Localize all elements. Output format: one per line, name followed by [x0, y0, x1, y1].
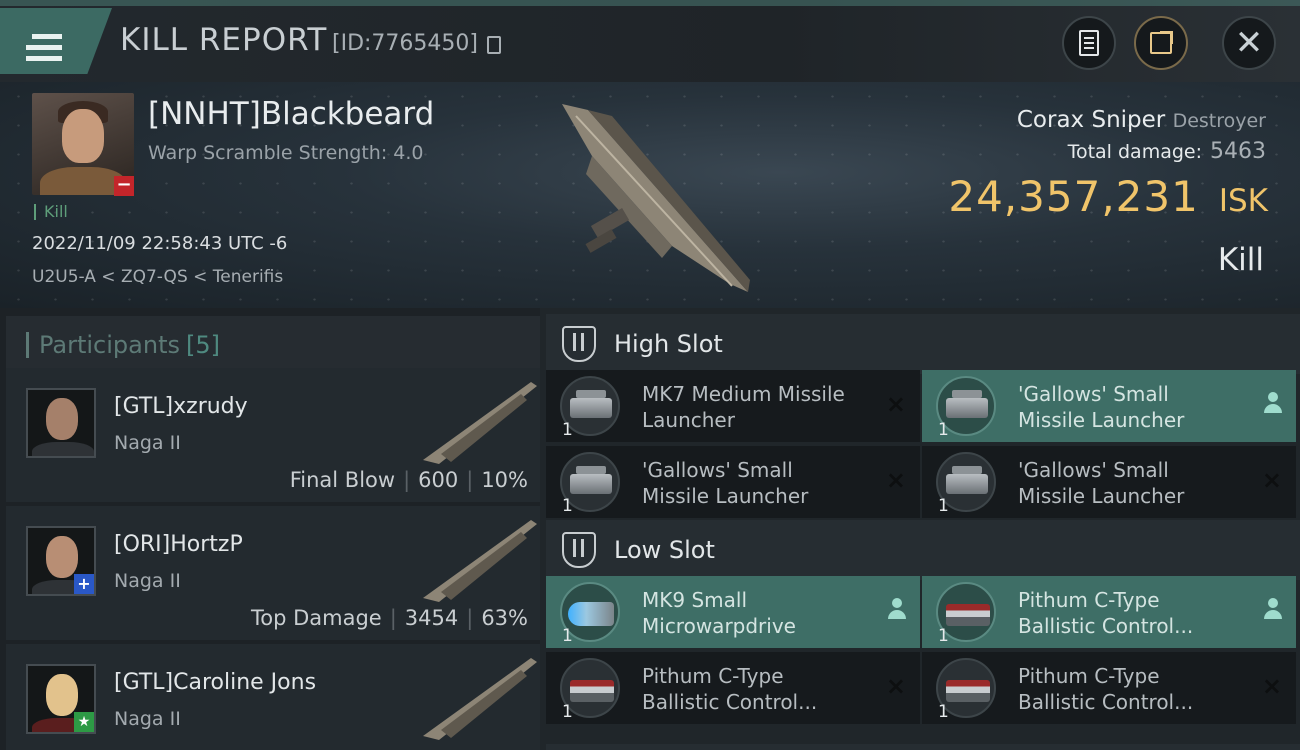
dropped-user-icon [1264, 392, 1282, 416]
participant-stats: Top Damage | 3454 | 63% [250, 606, 528, 630]
copy-icon[interactable] [487, 36, 501, 54]
module-item[interactable]: 1 Pithum C-Type Ballistic Control... × [546, 652, 920, 724]
share-button[interactable] [1134, 16, 1188, 70]
module-name: Pithum C-Type Ballistic Control... [642, 664, 818, 714]
module-item[interactable]: 1 Pithum C-Type Ballistic Control... × [922, 652, 1296, 724]
share-icon [1150, 31, 1173, 54]
participant-name[interactable]: [GTL]Caroline Jons [114, 670, 316, 695]
participants-label: Participants [39, 331, 180, 359]
kill-id: [ID:7765450] [332, 31, 478, 56]
module-name: MK9 Small Microwarpdrive [642, 588, 796, 638]
hamburger-icon [26, 34, 62, 62]
module-item[interactable]: 1 'Gallows' Small Missile Launcher × [546, 446, 920, 518]
participant-ship: Naga II [114, 708, 181, 730]
victim-name[interactable]: [NNHT]Blackbeard [148, 96, 434, 132]
kill-timestamp: 2022/11/09 22:58:43 UTC -6 [32, 233, 288, 254]
corp-badge: + [74, 574, 94, 594]
victim-ship: Corax Sniper Destroyer [1017, 107, 1266, 133]
fitting-panel: High Slot 1 MK7 Medium Missile Launcher ×… [540, 308, 1300, 750]
kill-summary: − [NNHT]Blackbeard Warp Scramble Strengt… [0, 82, 1300, 308]
high-slot-icon [562, 326, 596, 362]
low-slot-icon [562, 532, 596, 568]
module-name: Pithum C-Type Ballistic Control... [1018, 588, 1194, 638]
participant-name[interactable]: [ORI]HortzP [114, 532, 243, 557]
loss-badge: − [114, 176, 134, 196]
avatar[interactable] [26, 388, 96, 458]
module-name: 'Gallows' Small Missile Launcher [1018, 458, 1185, 508]
isk-value: 24,357,231 ISK [948, 172, 1268, 221]
destroyed-icon: × [1261, 466, 1282, 494]
dropped-user-icon [1264, 598, 1282, 622]
page-title: KILL REPORT [120, 22, 328, 58]
module-item[interactable]: 1 MK9 Small Microwarpdrive [546, 576, 920, 648]
close-button[interactable]: ✕ [1222, 16, 1276, 70]
menu-button[interactable] [0, 8, 112, 74]
ship-name[interactable]: Corax Sniper [1017, 107, 1165, 133]
participants-panel: Participants [5] [GTL]xzrudy Naga II Fina… [0, 308, 540, 750]
module-name: 'Gallows' Small Missile Launcher [642, 458, 809, 508]
module-item[interactable]: 1 MK7 Medium Missile Launcher × [546, 370, 920, 442]
participant-name[interactable]: [GTL]xzrudy [114, 394, 248, 419]
total-damage-value: 5463 [1210, 139, 1266, 164]
participants-header: Participants [5] [6, 316, 540, 372]
header-bar: KILL REPORT [ID:7765450] ✕ [0, 0, 1300, 82]
total-damage: Total damage: 5463 [1067, 139, 1266, 164]
module-item[interactable]: 1 'Gallows' Small Missile Launcher [922, 370, 1296, 442]
module-item[interactable]: 1 Pithum C-Type Ballistic Control... [922, 576, 1296, 648]
result-label: Kill [1217, 242, 1264, 278]
kill-location: U2U5-A < ZQ7-QS < Tenerifis [32, 267, 284, 287]
next-slot-header [546, 744, 1300, 750]
low-slot-header: Low Slot [546, 520, 1300, 580]
low-slot-title: Low Slot [614, 536, 715, 564]
participant-row[interactable]: + [ORI]HortzP Naga II Top Damage | 3454 | 63… [6, 506, 540, 640]
warp-scramble-strength: Warp Scramble Strength: 4.0 [148, 142, 424, 164]
destroyed-icon: × [885, 390, 906, 418]
participant-ship-image [423, 520, 537, 602]
isk-unit: ISK [1218, 183, 1268, 219]
destroyed-icon: × [1261, 672, 1282, 700]
report-button[interactable] [1062, 16, 1116, 70]
module-name: Pithum C-Type Ballistic Control... [1018, 664, 1194, 714]
module-item[interactable]: 1 'Gallows' Small Missile Launcher × [922, 446, 1296, 518]
high-slot-header: High Slot [546, 314, 1300, 374]
participant-row[interactable]: [GTL]xzrudy Naga II Final Blow | 600 | 10% [6, 368, 540, 502]
destroyed-icon: × [885, 672, 906, 700]
kill-tag: Kill [34, 204, 68, 220]
victim-ship-image [562, 104, 750, 292]
document-icon [1079, 30, 1099, 56]
corp-badge: ★ [74, 712, 94, 732]
dropped-user-icon [888, 598, 906, 622]
high-slot-title: High Slot [614, 330, 723, 358]
close-icon: ✕ [1234, 23, 1264, 63]
isk-amount: 24,357,231 [948, 172, 1199, 221]
participant-stats: Final Blow | 600 | 10% [289, 468, 528, 492]
participant-row[interactable]: ★ [GTL]Caroline Jons Naga II [6, 644, 540, 750]
ship-class: Destroyer [1172, 110, 1266, 132]
module-name: MK7 Medium Missile Launcher [642, 382, 845, 432]
participant-ship-image [423, 658, 537, 740]
participants-count: [5] [185, 331, 220, 359]
destroyed-icon: × [885, 466, 906, 494]
participant-ship-image [423, 382, 537, 464]
participant-ship: Naga II [114, 570, 181, 592]
participant-ship: Naga II [114, 432, 181, 454]
module-name: 'Gallows' Small Missile Launcher [1018, 382, 1185, 432]
